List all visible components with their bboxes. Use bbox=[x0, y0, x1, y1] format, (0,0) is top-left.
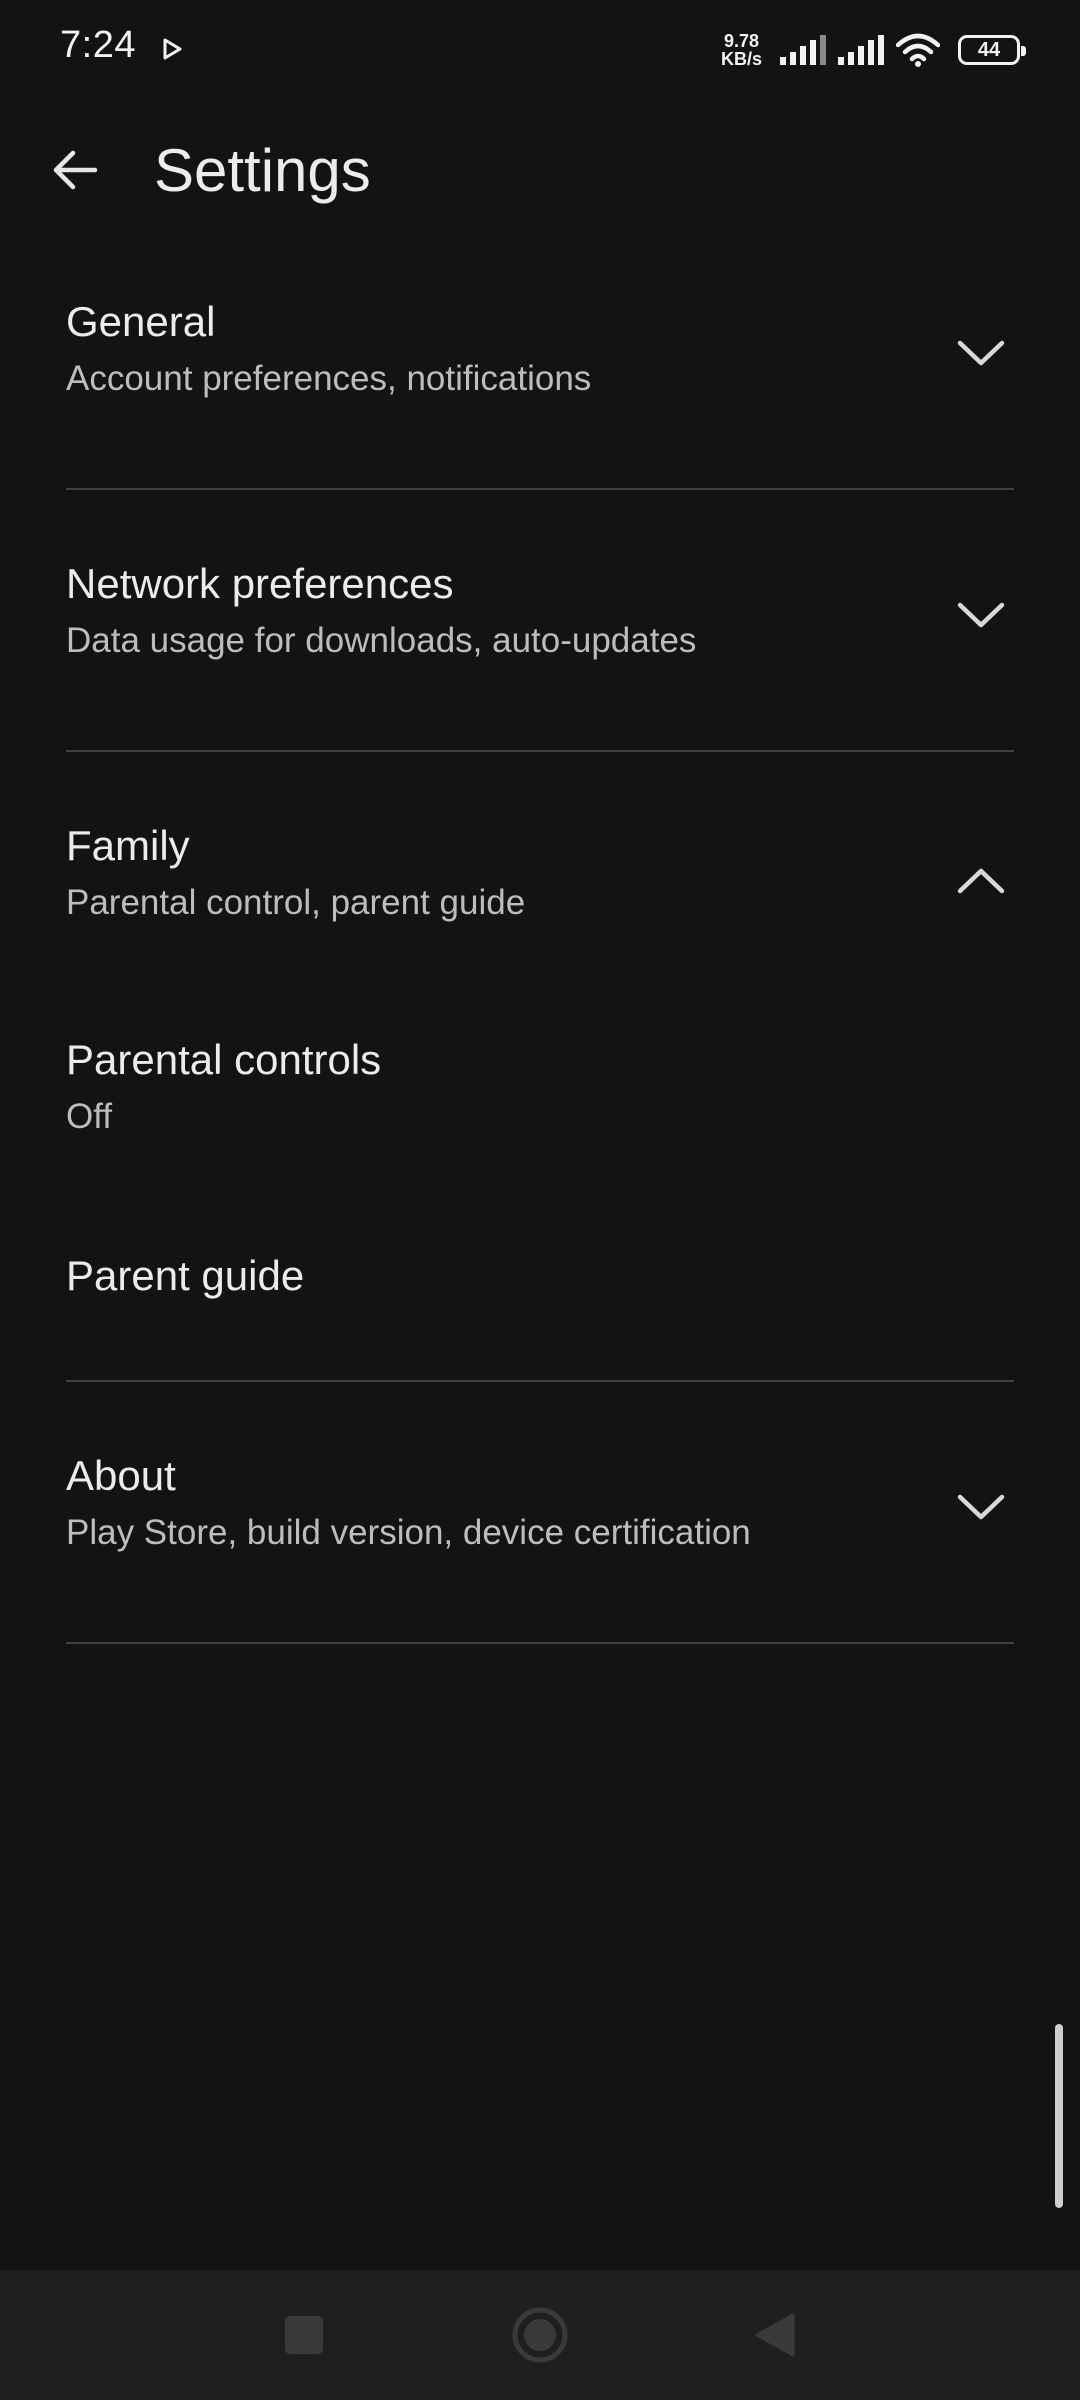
divider bbox=[66, 750, 1014, 752]
divider bbox=[66, 1642, 1014, 1644]
section-about[interactable]: About Play Store, build version, device … bbox=[66, 1450, 1014, 1600]
recents-square-icon bbox=[285, 2316, 323, 2354]
recents-button[interactable] bbox=[269, 2300, 339, 2370]
home-circle-icon bbox=[512, 2307, 568, 2363]
chevron-up-icon bbox=[957, 868, 1005, 894]
wifi-icon bbox=[896, 33, 940, 67]
signal-icon bbox=[838, 35, 884, 65]
network-speed-unit: KB/s bbox=[720, 49, 762, 69]
section-network-preferences[interactable]: Network preferences Data usage for downl… bbox=[66, 558, 1014, 708]
section-subtitle: Account preferences, notifications bbox=[66, 359, 592, 398]
network-speed-value: 9.78 bbox=[723, 31, 760, 51]
status-bar: 7:24 9.78 KB/s 44 bbox=[0, 0, 1080, 100]
status-icons: 9.78 KB/s 44 bbox=[721, 28, 1026, 72]
signal-icon bbox=[780, 35, 826, 65]
section-title: Family bbox=[66, 822, 190, 869]
chevron-down-icon bbox=[957, 340, 1005, 366]
back-triangle-icon bbox=[755, 2313, 795, 2357]
nav-back-button[interactable] bbox=[740, 2300, 810, 2370]
page-title: Settings bbox=[154, 137, 371, 204]
item-parent-guide[interactable]: Parent guide bbox=[66, 1250, 1014, 1320]
item-parental-controls[interactable]: Parental controls Off bbox=[66, 1034, 1014, 1164]
back-button[interactable] bbox=[40, 140, 110, 200]
home-button[interactable] bbox=[505, 2300, 575, 2370]
status-time: 7:24 bbox=[60, 24, 136, 66]
section-subtitle: Data usage for downloads, auto-updates bbox=[66, 621, 697, 660]
section-title: General bbox=[66, 298, 216, 345]
chevron-down-icon bbox=[957, 602, 1005, 628]
battery-level: 44 bbox=[977, 38, 1001, 61]
app-bar: Settings bbox=[0, 110, 1080, 230]
network-speed: 9.78 KB/s bbox=[721, 32, 762, 68]
section-subtitle: Parental control, parent guide bbox=[66, 883, 526, 922]
item-title: Parent guide bbox=[66, 1252, 305, 1299]
section-title: Network preferences bbox=[66, 560, 454, 607]
chevron-down-icon bbox=[957, 1494, 1005, 1520]
section-family[interactable]: Family Parental control, parent guide bbox=[66, 820, 1014, 970]
navigation-bar bbox=[0, 2270, 1080, 2400]
section-title: About bbox=[66, 1452, 176, 1499]
arrow-back-icon bbox=[53, 150, 98, 190]
section-subtitle: Play Store, build version, device certif… bbox=[66, 1513, 751, 1552]
section-general[interactable]: General Account preferences, notificatio… bbox=[66, 296, 1014, 446]
item-subtitle: Off bbox=[66, 1097, 113, 1136]
divider bbox=[66, 1380, 1014, 1382]
divider bbox=[66, 488, 1014, 490]
battery-icon: 44 bbox=[958, 35, 1026, 65]
item-title: Parental controls bbox=[66, 1036, 382, 1083]
play-store-icon bbox=[163, 38, 182, 60]
scrollbar-thumb[interactable] bbox=[1055, 2024, 1063, 2208]
